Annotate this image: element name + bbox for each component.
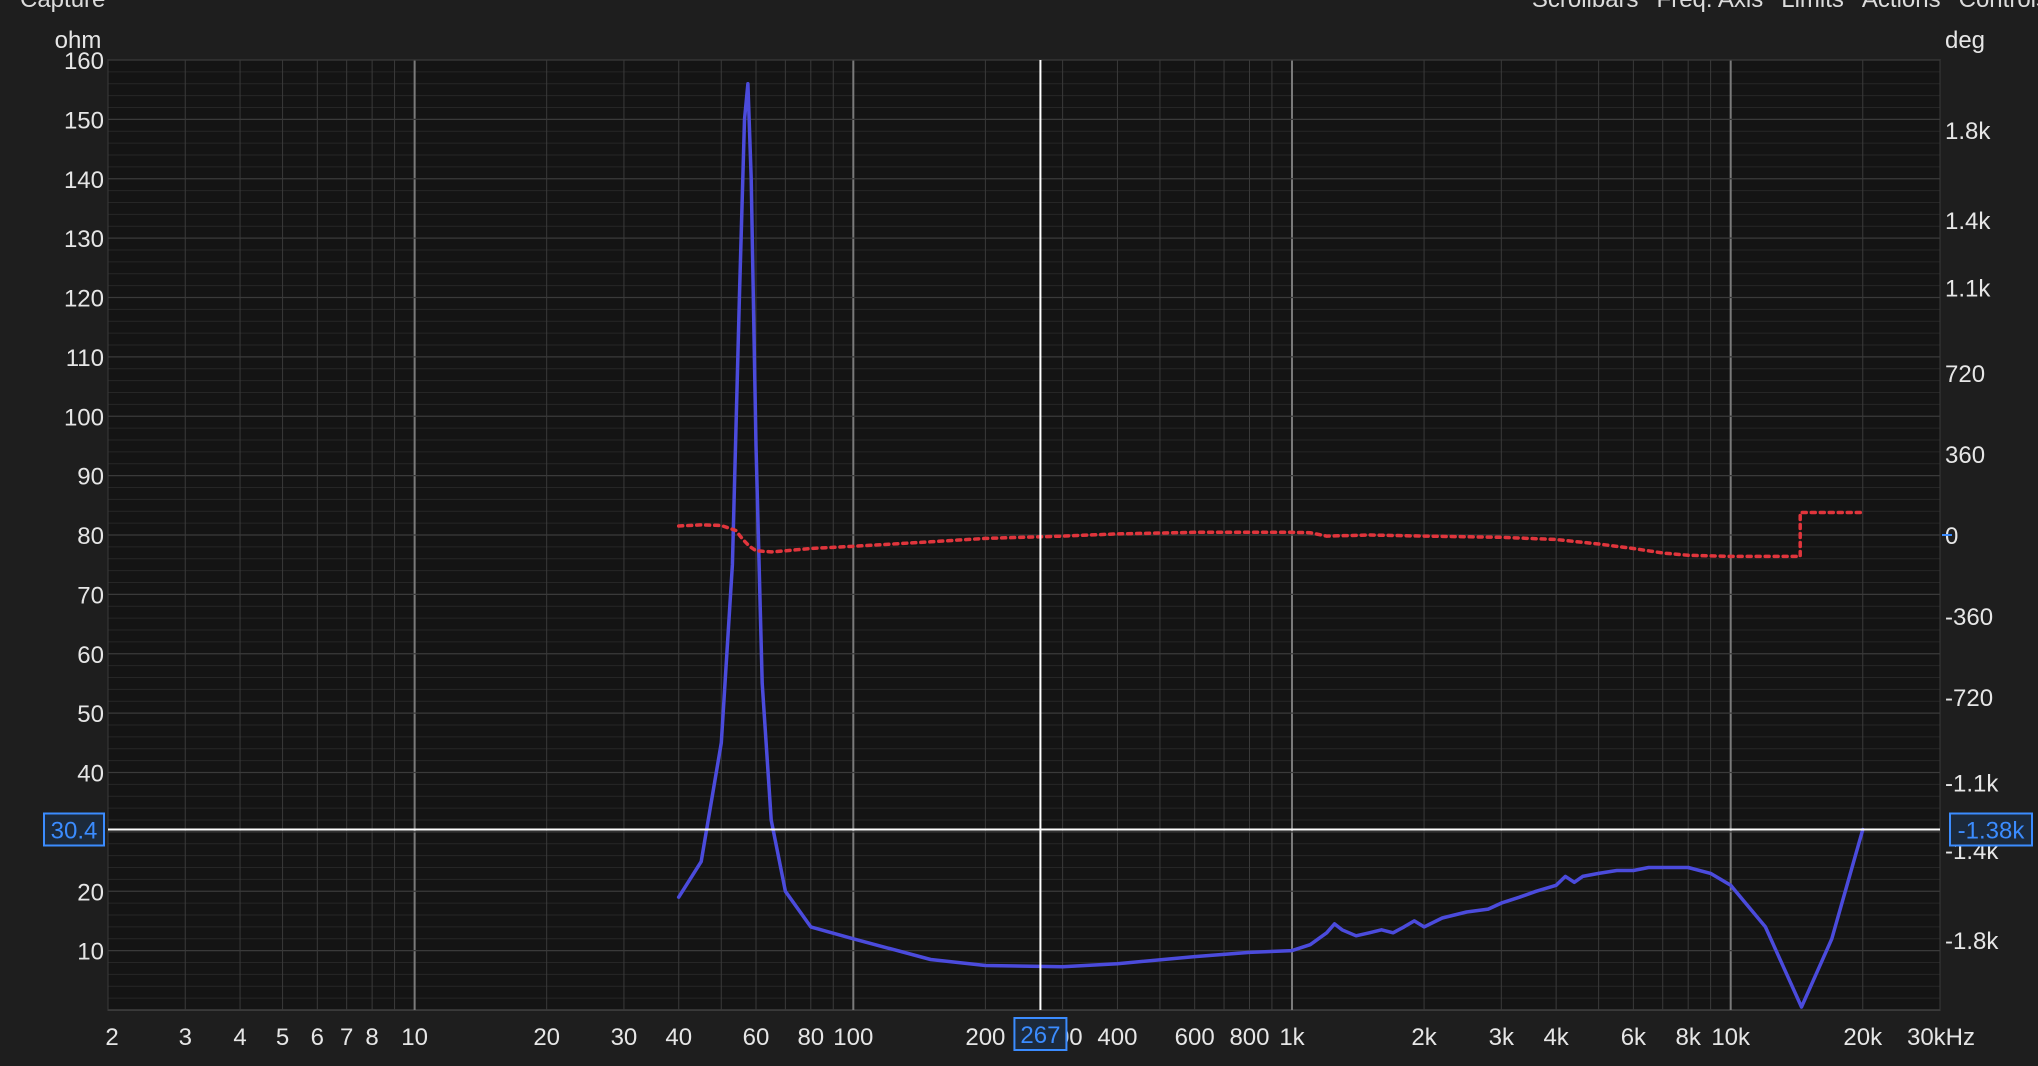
x-tick-label: 10k: [1711, 1024, 1751, 1051]
x-tick-label: 2k: [1411, 1024, 1437, 1051]
x-tick-label: 3k: [1489, 1024, 1515, 1051]
x-tick-label: 800: [1229, 1024, 1269, 1051]
x-tick-label: 10: [401, 1024, 428, 1051]
y-axis-label-right: deg: [1945, 27, 1985, 54]
y-tick-label-left: 130: [64, 226, 104, 253]
y-tick-label-left: 40: [77, 761, 104, 788]
cursor-readout-x: 267: [1020, 1022, 1060, 1049]
y-tick-label-left: 20: [77, 879, 104, 906]
x-tick-label: 6: [311, 1024, 324, 1051]
y-tick-label-left: 100: [64, 404, 104, 431]
impedance-chart[interactable]: ohm1020405060708090100110120130140150160…: [0, 0, 2038, 1066]
x-tick-label: 80: [797, 1024, 824, 1051]
x-tick-label: 100: [833, 1024, 873, 1051]
x-tick-label: 8: [365, 1024, 378, 1051]
y-tick-label-left: 160: [64, 48, 104, 75]
x-tick-label: 6k: [1621, 1024, 1647, 1051]
cursor-readout-right: -1.38k: [1958, 818, 2026, 845]
y-tick-label-left: 150: [64, 107, 104, 134]
x-tick-label: 5: [276, 1024, 289, 1051]
x-tick-label: 1k: [1279, 1024, 1305, 1051]
y-tick-label-left: 90: [77, 464, 104, 491]
x-tick-label: 20: [533, 1024, 560, 1051]
y-tick-label-right: -360: [1945, 604, 1993, 631]
x-tick-label: 4: [233, 1024, 246, 1051]
y-tick-label-left: 10: [77, 939, 104, 966]
x-tick-label: 20k: [1843, 1024, 1883, 1051]
y-tick-label-left: 80: [77, 523, 104, 550]
y-tick-label-left: 110: [66, 345, 104, 372]
y-tick-label-right: 720: [1945, 361, 1985, 388]
y-tick-label-left: 70: [77, 582, 104, 609]
y-tick-label-right: 1.4k: [1945, 208, 1991, 235]
x-tick-label: 4k: [1543, 1024, 1569, 1051]
x-tick-label: 400: [1097, 1024, 1137, 1051]
x-tick-label: 60: [743, 1024, 770, 1051]
x-tick-label: 2: [105, 1024, 118, 1051]
y-tick-label-right: 360: [1945, 442, 1985, 469]
y-tick-label-right: -1.1k: [1945, 771, 1999, 798]
y-tick-label-left: 60: [77, 642, 104, 669]
y-tick-label-right: 0: [1945, 523, 1958, 550]
y-tick-label-left: 120: [64, 286, 104, 313]
x-tick-label: 7: [340, 1024, 353, 1051]
y-tick-label-right: 1.8k: [1945, 118, 1991, 145]
x-tick-label: 200: [965, 1024, 1005, 1051]
x-tick-label: 8k: [1675, 1024, 1701, 1051]
x-tick-label: 40: [665, 1024, 692, 1051]
y-tick-label-right: 1.1k: [1945, 275, 1991, 302]
x-tick-label: 3: [179, 1024, 192, 1051]
y-tick-label-right: -1.8k: [1945, 928, 1999, 955]
x-tick-label: 600: [1175, 1024, 1215, 1051]
cursor-readout-left: 30.4: [51, 818, 98, 845]
x-tick-label: 30: [611, 1024, 638, 1051]
y-tick-label-left: 50: [77, 701, 104, 728]
x-tick-label: 30kHz: [1907, 1024, 1975, 1051]
y-tick-label-left: 140: [64, 167, 104, 194]
y-tick-label-right: -720: [1945, 685, 1993, 712]
